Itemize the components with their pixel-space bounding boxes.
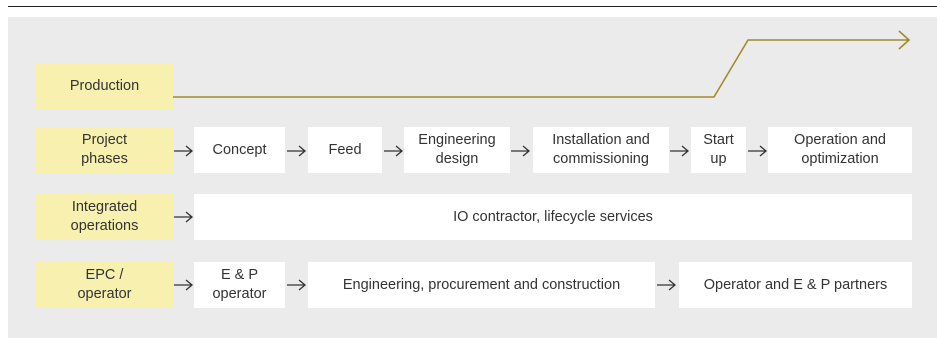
arrow-icon <box>287 145 307 157</box>
arrow-icon <box>657 279 677 291</box>
step-installation-commissioning: Installation and commissioning <box>533 127 669 173</box>
arrow-icon <box>287 279 307 291</box>
arrow-icon <box>174 211 194 223</box>
project-phases-label: Project phases <box>36 127 173 173</box>
arrow-icon <box>174 279 194 291</box>
step-epc: Engineering, procurement and constructio… <box>308 262 655 308</box>
step-start-up: Start up <box>691 127 746 173</box>
step-io-contractor: IO contractor, lifecycle services <box>194 194 912 240</box>
step-ep-operator: E & P operator <box>194 262 285 308</box>
step-operation-optimization: Operation and optimization <box>768 127 912 173</box>
epc-operator-label: EPC / operator <box>36 262 173 308</box>
step-concept: Concept <box>194 127 285 173</box>
arrow-icon <box>748 145 768 157</box>
arrow-icon <box>174 145 194 157</box>
step-feed: Feed <box>308 127 382 173</box>
step-operator-ep-partners: Operator and E & P partners <box>679 262 912 308</box>
arrow-icon <box>384 145 404 157</box>
arrow-icon <box>511 145 531 157</box>
integrated-operations-label: Integrated operations <box>36 194 173 240</box>
step-engineering-design: Engineering design <box>404 127 510 173</box>
arrow-icon <box>670 145 690 157</box>
